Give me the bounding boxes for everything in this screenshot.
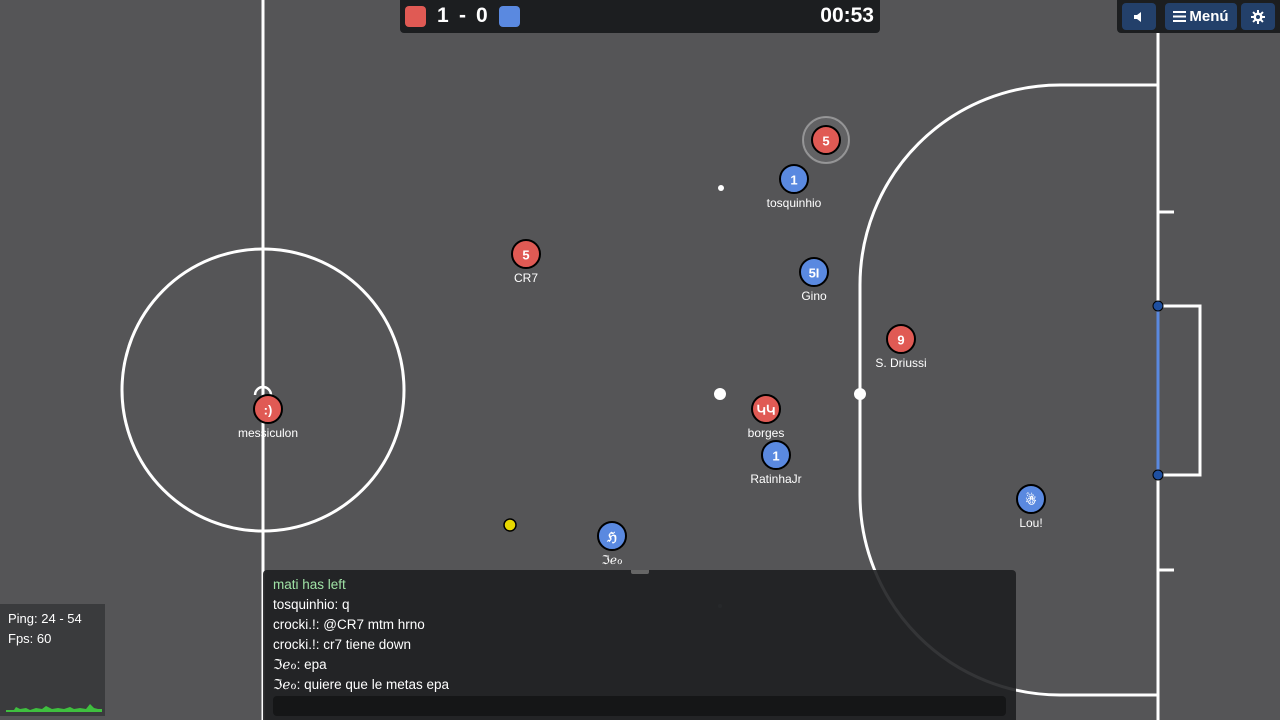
red-team-color bbox=[405, 6, 426, 27]
settings-button[interactable] bbox=[1241, 3, 1275, 30]
menu-label: Menú bbox=[1189, 8, 1229, 25]
red-score: 1 bbox=[437, 4, 449, 27]
chat-message: ℑℯℴ: quiere que le metas epa bbox=[273, 677, 449, 692]
player-name: borges bbox=[748, 426, 785, 440]
menu-button[interactable]: Menú bbox=[1165, 3, 1237, 30]
player-name: S. Driussi bbox=[875, 356, 926, 370]
player-avatar: 5 bbox=[522, 248, 529, 263]
top-controls: Menú bbox=[1117, 0, 1280, 33]
performance-stats: Ping: 24 - 54 Fps: 60 bbox=[0, 604, 105, 716]
blue-score: 0 bbox=[476, 4, 488, 27]
fps-graph bbox=[6, 704, 102, 712]
player-red: 5 CR7 bbox=[511, 239, 541, 285]
chat-message: ℑℯℴ: epa bbox=[273, 657, 327, 672]
player-avatar: 5I bbox=[809, 266, 820, 281]
player-name: RatinhaJr bbox=[750, 472, 801, 486]
chat-message: crocki.!: @CR7 mtm hrno bbox=[273, 617, 425, 632]
chat-panel: mati has left tosquinhio: q crocki.!: @CR7… bbox=[263, 570, 1016, 720]
chat-message: crocki.!: cr7 tiene down bbox=[273, 637, 412, 652]
player-avatar: ԿԿ bbox=[756, 403, 775, 418]
goal-post bbox=[1152, 469, 1164, 481]
speaker-icon bbox=[1134, 11, 1141, 22]
game-clock: 00:53 bbox=[820, 4, 874, 27]
player-name: CR7 bbox=[514, 271, 538, 285]
player-red: 5 bbox=[802, 116, 850, 164]
chat-resize-handle[interactable] bbox=[631, 570, 649, 574]
player-name: tosquinhio bbox=[767, 196, 822, 210]
player-name: Gino bbox=[801, 289, 827, 303]
gear-icon bbox=[1251, 9, 1265, 24]
blue-team-color bbox=[499, 6, 520, 27]
player-avatar: ☃ bbox=[1025, 492, 1037, 508]
player-blue: 5I Gino bbox=[799, 257, 829, 303]
player-name: ℑℯℴ bbox=[601, 553, 622, 567]
score-separator: - bbox=[459, 4, 466, 27]
hamburger-icon bbox=[1173, 11, 1187, 22]
goal-post bbox=[1152, 300, 1164, 312]
ping-readout: Ping: 24 - 54 bbox=[8, 611, 82, 626]
chat-log: mati has left tosquinhio: q crocki.!: @CR7… bbox=[273, 575, 1006, 695]
chat-notice: mati has left bbox=[273, 577, 346, 592]
player-avatar: 1 bbox=[790, 173, 797, 188]
player-name: Lou! bbox=[1019, 516, 1042, 530]
ball bbox=[503, 518, 517, 532]
fps-readout: Fps: 60 bbox=[8, 631, 52, 646]
field-dot bbox=[718, 185, 724, 191]
chat-input[interactable] bbox=[273, 696, 1006, 716]
penalty-spot bbox=[854, 388, 866, 400]
player-avatar: 9 bbox=[897, 333, 904, 348]
player-avatar: 1 bbox=[772, 449, 779, 464]
sound-button[interactable] bbox=[1122, 3, 1156, 30]
player-avatar: ℌ bbox=[606, 530, 617, 545]
player-name: messiculon bbox=[238, 426, 298, 440]
player-avatar: :) bbox=[264, 403, 273, 418]
chat-message: tosquinhio: q bbox=[273, 597, 350, 612]
player-blue: ☃ Lou! bbox=[1016, 484, 1046, 530]
scoreboard: 1 - 0 00:53 bbox=[400, 0, 880, 33]
player-blue: ℌ ℑℯℴ bbox=[597, 521, 627, 567]
player-avatar: 5 bbox=[822, 134, 829, 149]
field-spot bbox=[714, 388, 726, 400]
